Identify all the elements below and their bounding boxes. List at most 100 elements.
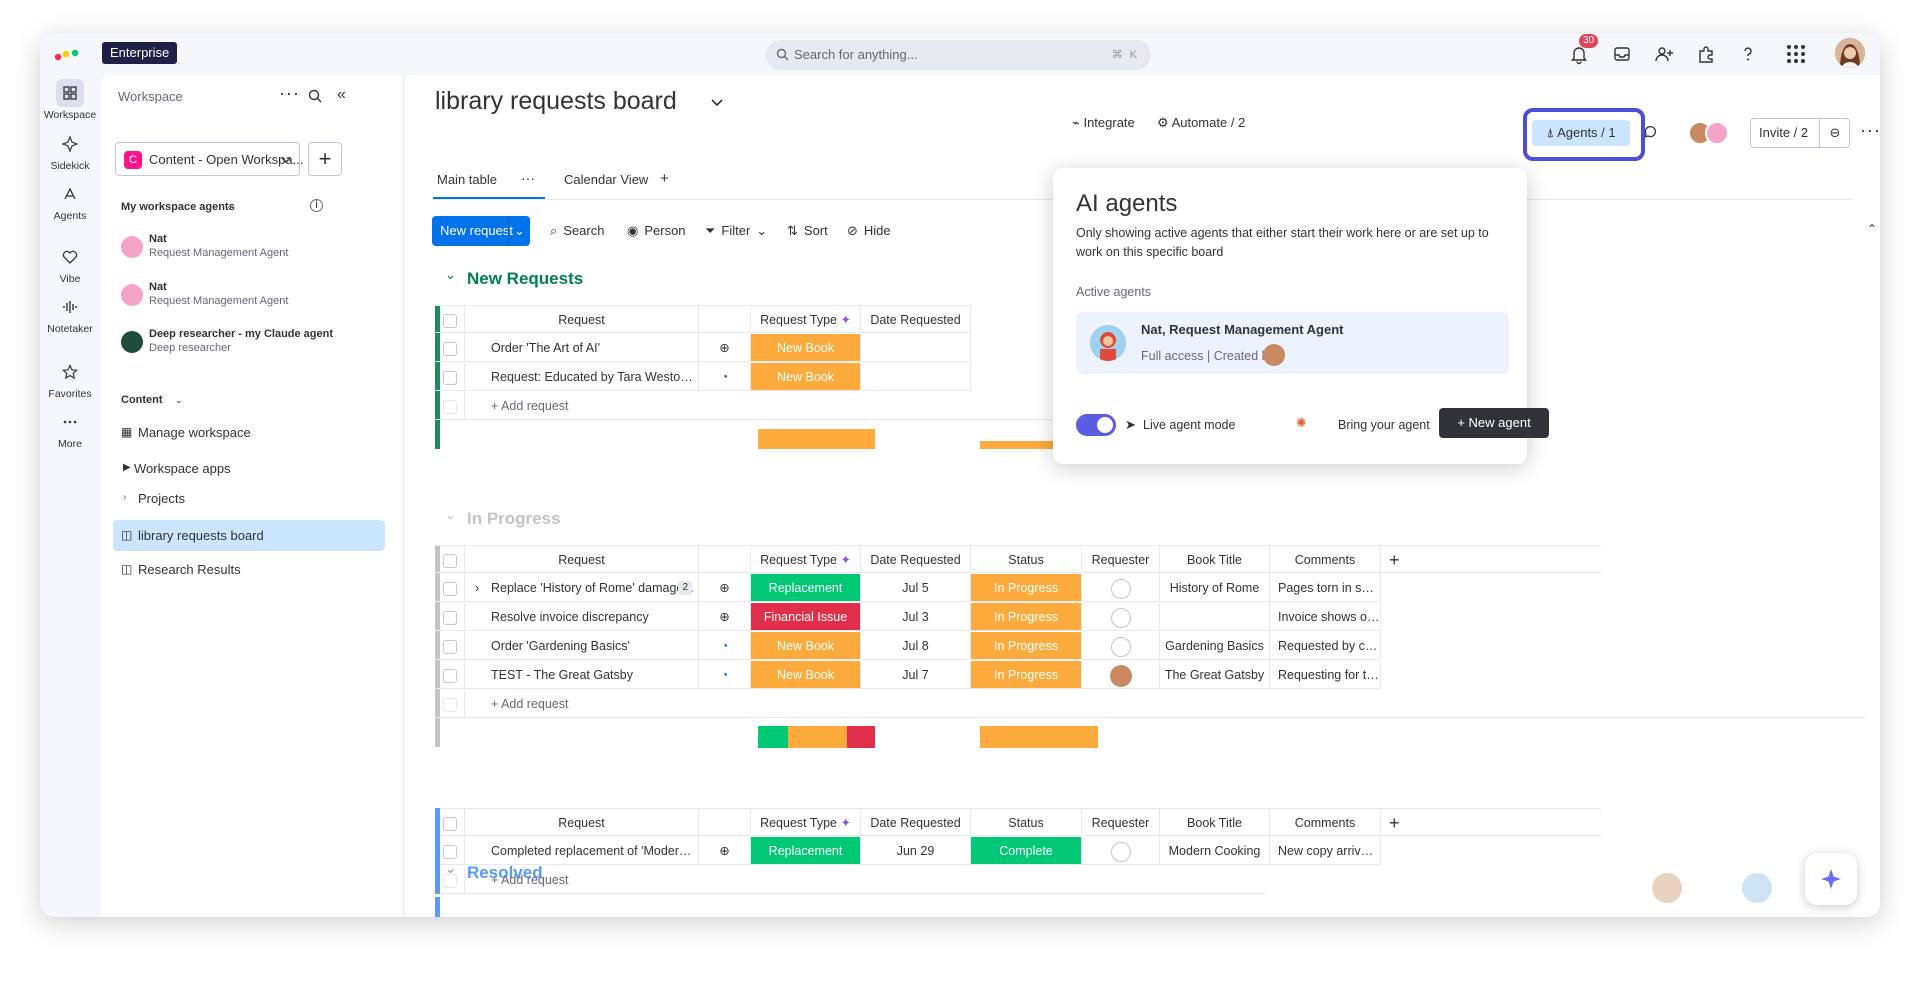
search-bar[interactable]: Search for anything... ⌘ K [766, 40, 1151, 70]
rail-favorites[interactable]: Favorites [40, 358, 100, 400]
sidebar-item-manage-workspace[interactable]: Manage workspace [138, 425, 251, 440]
cell-date[interactable]: Jul 8 [861, 632, 971, 660]
info-icon[interactable]: i [310, 199, 323, 212]
cell-status[interactable]: In Progress [971, 574, 1082, 602]
rail-more[interactable]: More [40, 408, 100, 450]
cell-requester[interactable] [1082, 603, 1160, 631]
col-request-type[interactable]: Request Type ✦ [751, 545, 861, 573]
expand-subitems-icon[interactable]: › [475, 574, 479, 601]
cell-request[interactable]: TEST - The Great Gatsby [465, 661, 699, 689]
add-item-button[interactable]: + [308, 142, 342, 176]
col-request[interactable]: Request [465, 545, 699, 573]
caret-right-icon[interactable]: ▶ [123, 462, 131, 473]
cell-date[interactable] [861, 334, 971, 362]
cell-request-type[interactable]: New Book [751, 632, 861, 660]
col-comments[interactable]: Comments [1270, 808, 1381, 836]
table-row[interactable]: TEST - The Great Gatsby ◔ New Book Jul 7… [435, 661, 1381, 689]
monday-logo[interactable] [54, 45, 80, 61]
cell-book-title[interactable]: Gardening Basics [1160, 632, 1270, 660]
col-date[interactable]: Date Requested [861, 808, 971, 836]
more-options-icon[interactable]: ··· [279, 83, 300, 104]
sidebar-item-workspace-apps[interactable]: Workspace apps [134, 461, 231, 476]
board-title[interactable]: library requests board [435, 87, 677, 116]
group-title-new-requests[interactable]: New Requests [467, 269, 583, 289]
select-all-checkbox[interactable] [442, 816, 457, 831]
add-update-icon[interactable]: ⊕ [699, 334, 751, 362]
col-request[interactable]: Request [465, 305, 699, 333]
cell-requester[interactable] [1082, 574, 1160, 602]
agent-avatar[interactable] [1705, 121, 1729, 145]
tab-options-icon[interactable]: ··· [521, 170, 535, 186]
assistant-bubble-avatar[interactable] [1742, 873, 1772, 903]
cell-date[interactable]: Jul 3 [861, 603, 971, 631]
col-requester[interactable]: Requester [1082, 808, 1160, 836]
live-agent-mode-toggle[interactable] [1076, 414, 1116, 436]
row-checkbox[interactable] [442, 370, 457, 385]
new-request-button[interactable]: New request ⌄ [432, 216, 530, 246]
cell-request[interactable]: › Replace 'History of Rome' damage... 2 [465, 574, 699, 602]
cell-request-type[interactable]: Replacement [751, 837, 861, 865]
row-checkbox[interactable] [442, 581, 457, 596]
cell-status[interactable]: Complete [971, 837, 1082, 865]
rail-vibe[interactable]: Vibe [40, 243, 100, 285]
sidekick-fab[interactable] [1805, 853, 1857, 905]
add-column-button[interactable]: + [1381, 545, 1601, 573]
cell-request-type[interactable]: New Book [751, 334, 861, 362]
cell-comments[interactable]: New copy arrived ... [1270, 837, 1381, 865]
copy-link-icon[interactable]: ⊖ [1819, 119, 1850, 147]
group-title-in-progress[interactable]: In Progress [467, 509, 561, 529]
table-row[interactable]: Order 'Gardening Basics' ◔ New Book Jul … [435, 632, 1381, 660]
add-request-input[interactable]: + Add request [465, 690, 1865, 718]
chevron-down-icon[interactable]: ⌄ [445, 267, 456, 283]
updates-icon[interactable]: ◔ [699, 632, 751, 660]
collapse-up-icon[interactable]: ⌃ [1867, 222, 1877, 236]
add-row[interactable]: + Add request [435, 690, 1865, 718]
cell-book-title[interactable]: The Great Gatsby [1160, 661, 1270, 689]
cell-status[interactable]: In Progress [971, 661, 1082, 689]
sort-button[interactable]: ⇅ Sort [787, 216, 828, 246]
rail-notetaker[interactable]: Notetaker [40, 293, 100, 335]
row-checkbox[interactable] [442, 341, 457, 356]
table-row[interactable]: Completed replacement of 'Modern C... ⊕ … [435, 837, 1381, 865]
chevron-down-icon[interactable]: ⌄ [756, 216, 767, 246]
cell-date[interactable]: Jun 29 [861, 837, 971, 865]
col-status[interactable]: Status [971, 545, 1082, 573]
bring-your-agent-link[interactable]: Bring your agent [1338, 418, 1430, 432]
tab-main-table[interactable]: Main table [437, 172, 497, 187]
agent-card-nat[interactable]: Nat, Request Management Agent Full acces… [1076, 312, 1509, 374]
cell-request[interactable]: Order 'The Art of AI' [465, 334, 699, 362]
cell-requester[interactable] [1082, 661, 1160, 689]
inbox-icon[interactable] [1611, 43, 1633, 65]
cell-comments[interactable]: Requesting for th... [1270, 661, 1381, 689]
chevron-down-icon[interactable] [711, 99, 723, 107]
row-checkbox[interactable] [442, 668, 457, 683]
cell-date[interactable] [861, 363, 971, 391]
chevron-down-icon[interactable]: ⌄ [508, 216, 530, 246]
rail-workspace[interactable]: Workspace [40, 79, 100, 121]
add-update-icon[interactable]: ⊕ [699, 603, 751, 631]
new-agent-button[interactable]: + New agent [1439, 408, 1549, 438]
invite-button[interactable]: Invite / 2 ⊖ [1750, 118, 1850, 148]
cell-request-type[interactable]: Replacement [751, 574, 861, 602]
col-date[interactable]: Date Requested [861, 305, 971, 333]
board-menu-icon[interactable]: ··· [1860, 120, 1880, 141]
app-grid-icon[interactable] [1785, 43, 1807, 65]
col-request-type[interactable]: Request Type ✦ [751, 305, 861, 333]
cell-status[interactable]: In Progress [971, 632, 1082, 660]
search-button[interactable]: ⌕ Search [550, 216, 604, 246]
agents-section-header[interactable]: My workspace agents [121, 201, 235, 213]
sidebar-item-library-requests-board[interactable]: ◫ library requests board [113, 520, 385, 551]
col-comments[interactable]: Comments [1270, 545, 1381, 573]
user-avatar[interactable] [1835, 38, 1865, 68]
content-section-header[interactable]: Content [121, 394, 163, 406]
cell-comments[interactable]: Invoice shows ov... [1270, 603, 1381, 631]
updates-icon[interactable]: ◔ [699, 363, 751, 391]
chevron-down-icon[interactable]: ⌄ [445, 507, 456, 523]
search-icon[interactable] [308, 89, 322, 103]
cell-comments[interactable]: Pages torn in seve... [1270, 574, 1381, 602]
agent-bubble-avatar[interactable] [1652, 873, 1682, 903]
col-book-title[interactable]: Book Title [1160, 545, 1270, 573]
tab-calendar-view[interactable]: Calendar View [564, 172, 648, 187]
add-row[interactable]: + Add request [435, 866, 1265, 894]
row-checkbox[interactable] [442, 844, 457, 859]
